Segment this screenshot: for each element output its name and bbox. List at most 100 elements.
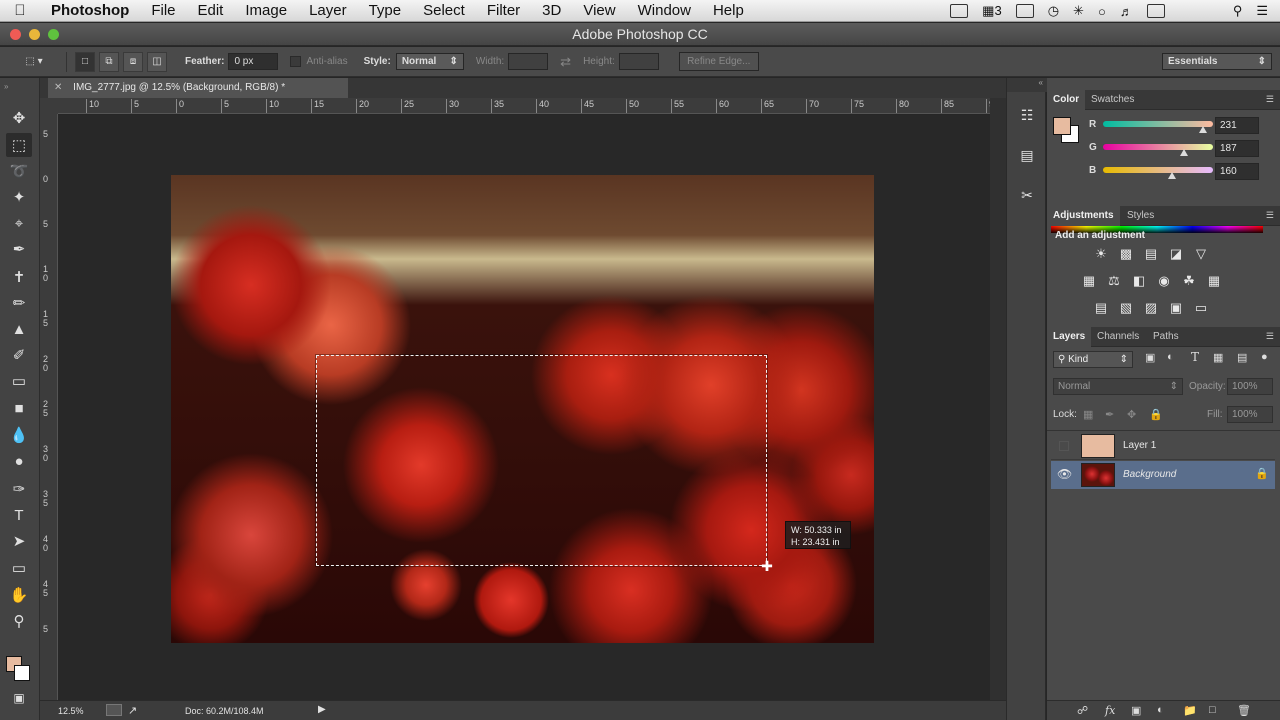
horizontal-ruler[interactable]: 10505101520253035404550556065707580859 (58, 98, 994, 114)
path-selection-tool-icon[interactable]: ➤ (6, 529, 32, 553)
black-white-icon[interactable]: ◧ (1130, 273, 1148, 289)
panel-menu-icon[interactable]: ☰ (1266, 331, 1274, 342)
eraser-tool-icon[interactable]: ▭ (6, 369, 32, 393)
tab-channels[interactable]: Channels (1091, 327, 1145, 347)
refine-edge-button[interactable]: Refine Edge... (678, 52, 759, 71)
levels-icon[interactable]: ▩ (1117, 246, 1135, 262)
channel-value-input[interactable]: 231 (1215, 117, 1259, 134)
clone-stamp-tool-icon[interactable]: ▲ (6, 317, 32, 341)
background-color-swatch[interactable] (14, 665, 30, 681)
tab-adjustments[interactable]: Adjustments (1047, 206, 1120, 226)
filter-type-icon[interactable]: T (1191, 350, 1199, 364)
antialias-checkbox[interactable] (290, 56, 302, 67)
apple-menu-icon[interactable]:  (0, 2, 40, 19)
fill-input[interactable]: 100% (1227, 406, 1273, 423)
new-layer-icon[interactable]: □ (1209, 704, 1216, 716)
wifi-icon[interactable]: ○ (1098, 4, 1106, 19)
layer-row-selected[interactable]: 👁 Background 🔒 (1051, 461, 1275, 489)
eyedropper-tool-icon[interactable]: ✒ (6, 237, 32, 261)
close-window-button[interactable] (10, 29, 21, 40)
color-lookup-icon[interactable]: ▦ (1205, 273, 1223, 289)
menu-view[interactable]: View (572, 2, 626, 19)
invert-icon[interactable]: ▤ (1092, 300, 1110, 316)
vertical-ruler[interactable]: 5 0 5 1 0 1 5 2 0 2 5 3 0 3 5 4 0 4 5 5 (40, 114, 58, 700)
delete-layer-icon[interactable]: 🗑 (1237, 704, 1251, 717)
gradient-tool-icon[interactable]: ■ (6, 396, 32, 420)
filter-adjustment-icon[interactable]: ◐ (1167, 351, 1174, 363)
tool-preset-picker[interactable]: ⬚ ▾ (14, 52, 54, 72)
selective-color-icon[interactable]: ▣ (1167, 300, 1185, 316)
opacity-input[interactable]: 100% (1227, 378, 1273, 395)
workspace-switcher[interactable]: Essentials ⇕ (1162, 53, 1272, 70)
color-balance-icon[interactable]: ⚖ (1105, 273, 1123, 289)
menu-image[interactable]: Image (234, 2, 298, 19)
adobe-status-icon[interactable]: ▦3 (982, 3, 1002, 19)
zoom-tool-icon[interactable]: ⚲ (6, 609, 32, 633)
menu-layer[interactable]: Layer (298, 2, 358, 19)
color-foreground-swatch[interactable] (1053, 117, 1071, 135)
brightness-contrast-icon[interactable]: ☀ (1092, 246, 1110, 262)
rectangular-marquee-tool-icon[interactable]: ⬚ (6, 133, 32, 157)
crop-tool-icon[interactable]: ⌖ (6, 211, 32, 235)
close-document-icon[interactable]: ✕ (54, 82, 62, 93)
layer-name[interactable]: Background (1123, 469, 1176, 480)
status-menu-arrow-icon[interactable]: ▶ (318, 704, 326, 715)
channel-thumb[interactable] (1198, 126, 1207, 133)
rectangle-tool-icon[interactable]: ▭ (6, 556, 32, 580)
share-icon[interactable]: ↗ (128, 704, 137, 717)
pen-tool-icon[interactable]: ✑ (6, 477, 32, 501)
menu-file[interactable]: File (140, 2, 186, 19)
photo-filter-icon[interactable]: ◉ (1155, 273, 1173, 289)
panel-menu-icon[interactable]: ☰ (1266, 210, 1274, 221)
ruler-origin[interactable] (40, 98, 58, 114)
spot-healing-tool-icon[interactable]: ✝ (6, 265, 32, 289)
tab-color[interactable]: Color (1047, 90, 1086, 110)
panel-menu-icon[interactable]: ☰ (1266, 94, 1274, 105)
new-adjustment-layer-icon[interactable]: ◐ (1157, 704, 1164, 716)
layer-filter-kind[interactable]: ⚲ Kind ⇕ (1053, 351, 1133, 368)
gradient-map-icon[interactable]: ▭ (1192, 300, 1210, 316)
channel-thumb[interactable] (1167, 172, 1176, 179)
new-group-icon[interactable]: 📁 (1183, 704, 1197, 717)
time-machine-icon[interactable]: ◷ (1048, 3, 1059, 19)
layer-style-icon[interactable]: fx (1105, 704, 1115, 717)
blur-tool-icon[interactable]: 💧 (6, 423, 32, 447)
airplay-icon[interactable] (1015, 4, 1034, 18)
eye-icon[interactable]: 👁 (1057, 467, 1072, 481)
camera-icon[interactable] (950, 4, 969, 18)
tool-presets-icon[interactable]: ✂ (1016, 184, 1038, 206)
tools-collapse-icon[interactable]: » (4, 82, 8, 91)
hand-tool-icon[interactable]: ✋ (6, 583, 32, 607)
move-tool-icon[interactable]: ✥ (6, 106, 32, 130)
zoom-window-button[interactable] (48, 29, 59, 40)
threshold-icon[interactable]: ▨ (1142, 300, 1160, 316)
bluetooth-icon[interactable]: ✳ (1073, 3, 1084, 19)
volume-icon[interactable]: ♬ (1120, 4, 1133, 19)
menu-type[interactable]: Type (358, 2, 413, 19)
lock-transparent-icon[interactable]: ▦ (1083, 408, 1093, 421)
lasso-tool-icon[interactable]: ➰ (6, 159, 32, 183)
visibility-toggle-empty[interactable] (1059, 441, 1069, 451)
layer-name[interactable]: Layer 1 (1123, 440, 1156, 451)
channel-track[interactable] (1103, 144, 1213, 150)
lock-image-icon[interactable]: ✒ (1105, 408, 1114, 421)
lock-position-icon[interactable]: ✥ (1127, 408, 1136, 421)
history-brush-tool-icon[interactable]: ✐ (6, 343, 32, 367)
minimize-window-button[interactable] (29, 29, 40, 40)
vibrance-icon[interactable]: ▽ (1192, 246, 1210, 262)
zoom-level[interactable]: 12.5% (58, 706, 84, 716)
spotlight-search-icon[interactable]: ⚲ (1233, 3, 1243, 19)
dock-collapse-icon[interactable]: « (1007, 78, 1047, 92)
menu-app-photoshop[interactable]: Photoshop (40, 2, 140, 19)
channel-value-input[interactable]: 187 (1215, 140, 1259, 157)
notification-center-icon[interactable]: ☰ (1256, 3, 1268, 19)
marquee-selection[interactable] (316, 355, 767, 566)
menu-3d[interactable]: 3D (531, 2, 572, 19)
filter-toggle-icon[interactable]: ● (1261, 351, 1268, 363)
new-selection-icon[interactable]: □ (75, 51, 95, 72)
link-layers-icon[interactable]: ☍ (1077, 704, 1088, 717)
type-tool-icon[interactable]: T (6, 503, 32, 527)
quick-selection-tool-icon[interactable]: ✦ (6, 185, 32, 209)
channel-track[interactable] (1103, 121, 1213, 127)
layer-row[interactable]: Layer 1 (1051, 432, 1275, 460)
